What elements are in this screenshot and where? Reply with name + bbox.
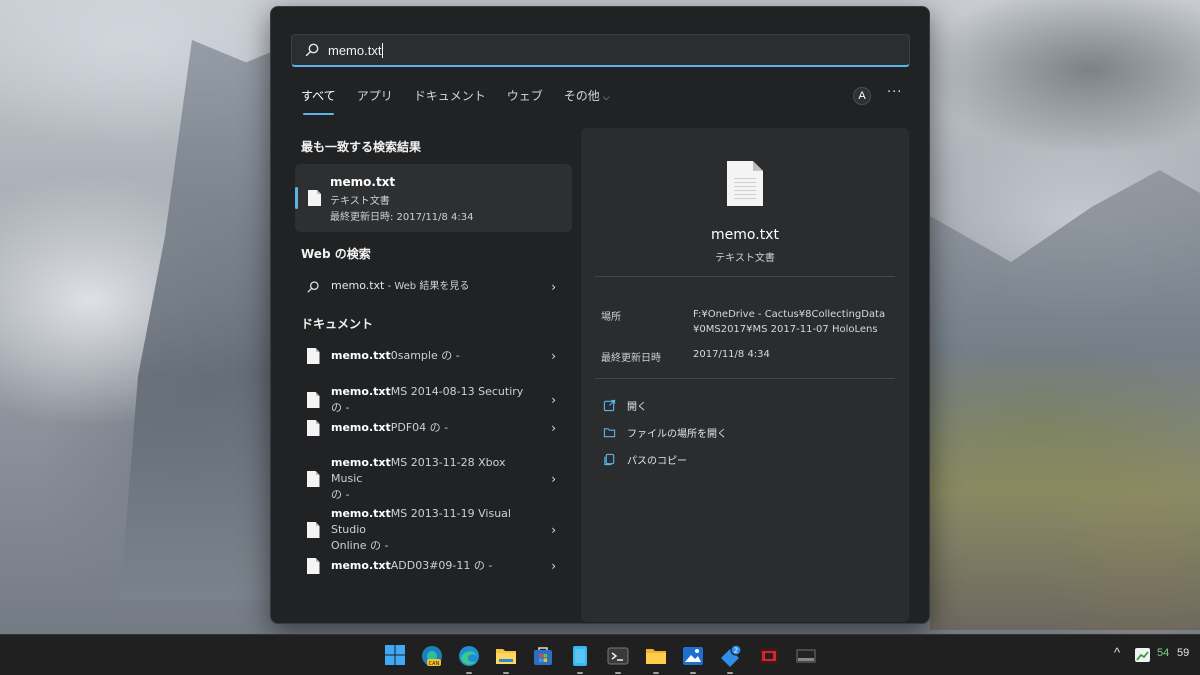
web-search-query: memo.txt <box>331 279 385 292</box>
search-query: memo.txt <box>328 42 382 58</box>
filter-tabs: すべて アプリ ドキュメント ウェブ その他 ⌵ <box>301 87 631 115</box>
open-file-location-action[interactable]: ファイルの場所を開く <box>603 425 727 440</box>
web-search-suffix: - Web 結果を見る <box>384 281 470 292</box>
location-label: 場所 <box>601 312 621 323</box>
text-file-icon <box>306 392 320 408</box>
folder-icon[interactable] <box>644 644 668 674</box>
document-item[interactable]: memo.txtMS 2013-11-28 Xbox Music の - › <box>295 455 572 503</box>
document-name: memo.txt <box>331 349 391 362</box>
document-name: memo.txt <box>331 507 391 520</box>
best-match-modified: 最終更新日時: 2017/11/8 4:34 <box>330 212 474 223</box>
account-button[interactable]: A <box>853 87 871 105</box>
document-name: memo.txt <box>331 559 391 572</box>
file-explorer-icon[interactable] <box>494 644 518 674</box>
tab-apps[interactable]: アプリ <box>357 87 393 110</box>
document-item[interactable]: memo.txt0sample の - › <box>295 348 572 364</box>
notepad-icon[interactable] <box>568 644 592 674</box>
text-caret <box>382 42 384 58</box>
search-input[interactable]: memo.txt <box>291 34 910 67</box>
document-name: memo.txt <box>331 456 391 469</box>
folder-icon <box>603 428 616 438</box>
photos-icon[interactable] <box>681 644 705 674</box>
document-name: memo.txt <box>331 385 391 398</box>
text-file-icon <box>306 522 320 538</box>
search-icon <box>307 280 319 292</box>
tab-more-label: その他 <box>563 89 600 103</box>
document-path-cont: の - <box>331 488 350 501</box>
terminal-icon[interactable] <box>606 644 630 674</box>
document-path: 0sample の - <box>390 349 460 362</box>
tab-more[interactable]: その他 ⌵ <box>564 87 610 110</box>
text-file-icon <box>306 558 320 574</box>
text-file-icon <box>306 471 320 487</box>
edge-canary-icon[interactable]: CAN <box>420 644 444 668</box>
tab-web[interactable]: ウェブ <box>507 87 543 110</box>
tray-value-1: 54 <box>1157 647 1170 659</box>
modified-value: 2017/11/8 4:34 <box>693 349 770 360</box>
text-file-icon <box>306 420 320 436</box>
document-path: ADD03#09-11 の - <box>390 559 493 572</box>
web-search-row[interactable]: memo.txt - Web 結果を見る › <box>295 278 572 295</box>
taskbar: CAN 2 ^ 54 59 <box>0 634 1200 675</box>
windows-start-icon[interactable] <box>384 644 408 668</box>
store-icon[interactable] <box>531 644 555 668</box>
documents-heading: ドキュメント <box>301 317 374 331</box>
search-flyout: memo.txt すべて アプリ ドキュメント ウェブ その他 ⌵ A ··· 最… <box>270 6 930 624</box>
preview-title: memo.txt <box>711 227 779 243</box>
chevron-right-icon: › <box>551 472 556 486</box>
best-match-title: memo.txt <box>330 175 396 189</box>
best-match-card[interactable]: memo.txt テキスト文書 最終更新日時: 2017/11/8 4:34 <box>295 164 572 232</box>
location-value: F:¥OneDrive - Cactus¥8CollectingData¥0MS… <box>693 309 886 335</box>
more-options-button[interactable]: ··· <box>887 85 902 100</box>
chevron-right-icon: › <box>551 421 556 435</box>
document-item[interactable]: memo.txtADD03#09-11 の - › <box>295 558 572 574</box>
edge-icon[interactable] <box>457 644 481 674</box>
text-file-icon <box>308 190 321 206</box>
chevron-right-icon: › <box>551 349 556 363</box>
open-action-label: 開く <box>627 402 647 413</box>
text-file-icon <box>727 161 763 206</box>
chevron-up-icon[interactable]: ^ <box>1114 645 1120 660</box>
open-file-location-label: ファイルの場所を開く <box>627 429 727 440</box>
preview-type: テキスト文書 <box>715 253 775 264</box>
tab-documents[interactable]: ドキュメント <box>414 87 486 110</box>
document-name: memo.txt <box>331 421 391 434</box>
chevron-right-icon: › <box>551 279 556 294</box>
document-item[interactable]: memo.txtMS 2014-08-13 Secutiry の - › <box>295 384 572 416</box>
document-item[interactable]: memo.txtPDF04 の - › <box>295 420 572 436</box>
chevron-right-icon: › <box>551 559 556 573</box>
tab-all[interactable]: すべて <box>301 87 336 115</box>
document-path-cont: Online の - <box>331 539 389 552</box>
chevron-down-icon: ⌵ <box>602 93 610 103</box>
document-item[interactable]: memo.txtMS 2013-11-19 Visual Studio Onlin… <box>295 506 572 554</box>
wallpaper-mountain-right <box>930 170 1200 630</box>
text-file-icon <box>306 348 320 364</box>
web-search-heading: Web の検索 <box>301 247 371 261</box>
svg-text:CAN: CAN <box>429 661 440 667</box>
best-match-heading: 最も一致する検索結果 <box>301 140 422 154</box>
app-dark-icon[interactable] <box>794 644 818 668</box>
search-icon <box>305 43 319 57</box>
feedback-hub-icon[interactable]: 2 <box>718 644 742 674</box>
copy-icon <box>604 453 615 466</box>
selection-indicator <box>295 187 298 209</box>
preview-pane: memo.txt テキスト文書 場所 F:¥OneDrive - Cactus¥… <box>581 128 909 622</box>
chevron-right-icon: › <box>551 393 556 407</box>
app-red-icon[interactable] <box>757 644 781 668</box>
copy-path-action[interactable]: パスのコピー <box>603 452 687 467</box>
divider <box>595 276 895 277</box>
open-external-icon <box>603 399 616 412</box>
open-action[interactable]: 開く <box>603 398 647 413</box>
document-path: PDF04 の - <box>390 421 449 434</box>
divider <box>595 378 895 379</box>
chevron-right-icon: › <box>551 523 556 537</box>
stock-chart-icon[interactable] <box>1135 648 1150 662</box>
modified-label: 最終更新日時 <box>601 353 661 364</box>
best-match-type: テキスト文書 <box>330 196 390 207</box>
copy-path-label: パスのコピー <box>627 456 687 467</box>
tray-value-2: 59 <box>1177 647 1190 659</box>
notification-badge: 2 <box>734 647 738 655</box>
